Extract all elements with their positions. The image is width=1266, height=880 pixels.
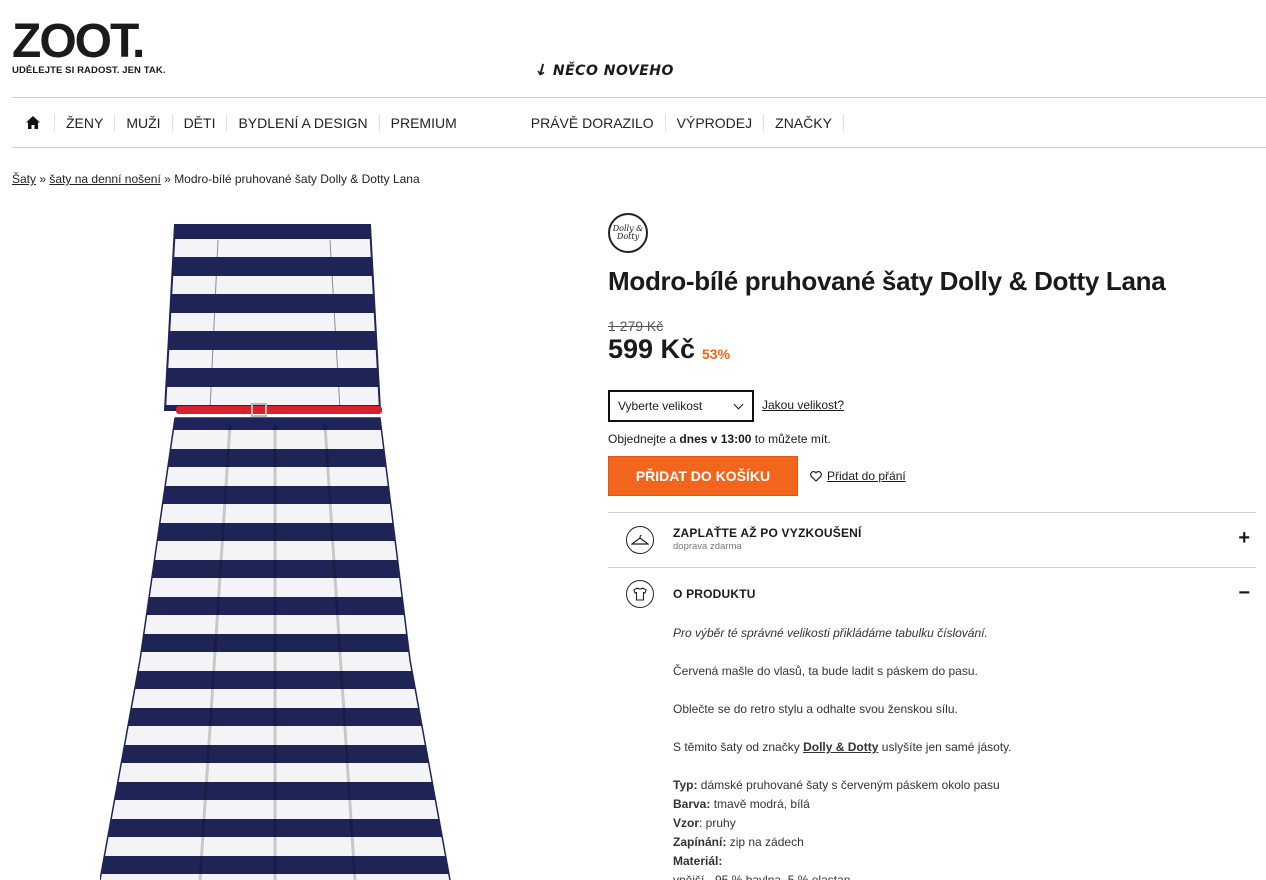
wishlist-label: Přidat do přání [827, 469, 906, 483]
add-to-cart-button[interactable]: PŘIDAT DO KOŠÍKU [608, 456, 798, 496]
arrow-left-icon: ↙ [531, 57, 553, 82]
logo-wordmark: ZOOT. [12, 15, 145, 68]
size-select-value: Vyberte velikost [618, 399, 703, 413]
breadcrumb-link-denni[interactable]: šaty na denní nošení [49, 172, 160, 186]
spec-row: Typ: dámské pruhované šaty s červeným pá… [673, 776, 1233, 795]
spec-label: Zapínání: [673, 835, 727, 849]
delivery-info: Objednejte a dnes v 13:00 to můžete mít. [608, 432, 831, 446]
description-paragraph: Červená mašle do vlasů, ta bude ladit s … [673, 664, 978, 678]
product-description: Pro výběr té správné velikosti přikládám… [673, 624, 1233, 880]
product-image[interactable] [99, 220, 460, 880]
chevron-down-icon [733, 399, 744, 410]
nav-item-vyprodej[interactable]: VÝPRODEJ [666, 113, 765, 132]
brand-link[interactable]: Dolly & Dotty [803, 740, 878, 754]
brand-logo[interactable]: Dolly & Dotty [608, 213, 648, 253]
delivery-prefix: Objednejte a [608, 432, 677, 446]
spec-row: Vzor: pruhy [673, 814, 1233, 833]
spec-row: Materiál: [673, 852, 1233, 871]
shirt-icon [626, 580, 654, 608]
accordion-subtitle: doprava zdarma [673, 541, 742, 552]
description-text: S těmito šaty od značky [673, 740, 800, 754]
description-paragraph: Oblečte se do retro stylu a odhalte svou… [673, 702, 958, 716]
home-icon [26, 116, 40, 129]
spec-label: Materiál: [673, 854, 723, 868]
spec-value: dámské pruhované šaty s červeným páskem … [700, 778, 1000, 792]
hanger-icon [626, 526, 654, 554]
accordion-title: O PRODUKTU [673, 587, 756, 601]
old-price: 1 279 Kč [608, 318, 664, 334]
breadcrumb: Šaty » šaty na denní nošení » Modro-bílé… [12, 172, 420, 186]
accordion-about-product[interactable]: O PRODUKTU − Pro výběr té správné veliko… [608, 567, 1256, 880]
nav-item-deti[interactable]: DĚTI [173, 113, 228, 132]
nav-item-znacky[interactable]: ZNAČKY [764, 113, 844, 132]
breadcrumb-separator: » [39, 172, 47, 186]
accordion-title: ZAPLAŤTE AŽ PO VYZKOUŠENÍ [673, 526, 862, 540]
nav-home[interactable] [12, 113, 55, 132]
size-guide-link[interactable]: Jakou velikost? [762, 398, 844, 412]
delivery-suffix: to můžete mít. [754, 432, 831, 446]
main-nav: ŽENY MUŽI DĚTI BYDLENÍ A DESIGN PREMIUM … [12, 97, 1266, 148]
description-text: uslyšíte jen samé jásoty. [881, 740, 1012, 754]
promo-new-arrivals: ↙NĚCO NOVEHO [531, 58, 674, 81]
spec-row: Zapínání: zip na zádech [673, 833, 1233, 852]
current-price: 599 Kč [608, 334, 696, 364]
nav-item-prave-dorazilo[interactable]: PRÁVĚ DORAZILO [520, 113, 666, 132]
spec-label: Barva: [673, 797, 711, 811]
heart-icon [810, 470, 822, 482]
product-title: Modro-bílé pruhované šaty Dolly & Dotty … [608, 266, 1166, 296]
delivery-deadline: dnes v 13:00 [679, 432, 752, 446]
site-logo[interactable]: ZOOT. UDĚLEJTE SI RADOST. JEN TAK. [12, 15, 166, 77]
add-to-wishlist[interactable]: Přidat do přání [810, 469, 906, 483]
size-table-note: Pro výběr té správné velikosti přikládám… [673, 626, 988, 640]
spec-label: Typ: [673, 778, 698, 792]
breadcrumb-separator: » [164, 172, 171, 186]
size-select[interactable]: Vyberte velikost [608, 390, 754, 422]
expand-icon[interactable]: + [1238, 527, 1250, 550]
dress-photo [99, 224, 451, 880]
spec-material-line: vnější - 95 % bavlna, 5 % elastan [673, 873, 851, 880]
description-paragraph: S těmito šaty od značky Dolly & Dotty us… [673, 738, 1233, 757]
spec-row: Barva: tmavě modrá, bílá [673, 795, 1233, 814]
nav-item-zeny[interactable]: ŽENY [55, 113, 116, 132]
collapse-icon[interactable]: − [1238, 582, 1250, 605]
nav-item-premium[interactable]: PREMIUM [380, 114, 468, 132]
nav-item-muzi[interactable]: MUŽI [115, 113, 173, 132]
nav-item-bydleni[interactable]: BYDLENÍ A DESIGN [227, 113, 380, 132]
logo-tagline: UDĚLEJTE SI RADOST. JEN TAK. [12, 65, 166, 76]
spec-value: zip na zádech [729, 835, 804, 849]
spec-value: tmavě modrá, bílá [713, 797, 810, 811]
spec-label: Vzor [673, 816, 700, 830]
brand-logo-text: Dolly & Dotty [612, 224, 644, 241]
spec-value: : pruhy [699, 816, 736, 830]
accordion-pay-after-try[interactable]: ZAPLAŤTE AŽ PO VYZKOUŠENÍ doprava zdarma… [608, 512, 1256, 568]
discount-badge: 53% [702, 346, 731, 362]
breadcrumb-link-saty[interactable]: Šaty [12, 172, 36, 186]
breadcrumb-current: Modro-bílé pruhované šaty Dolly & Dotty … [174, 172, 420, 186]
promo-text: NĚCO NOVEHO [552, 63, 674, 79]
